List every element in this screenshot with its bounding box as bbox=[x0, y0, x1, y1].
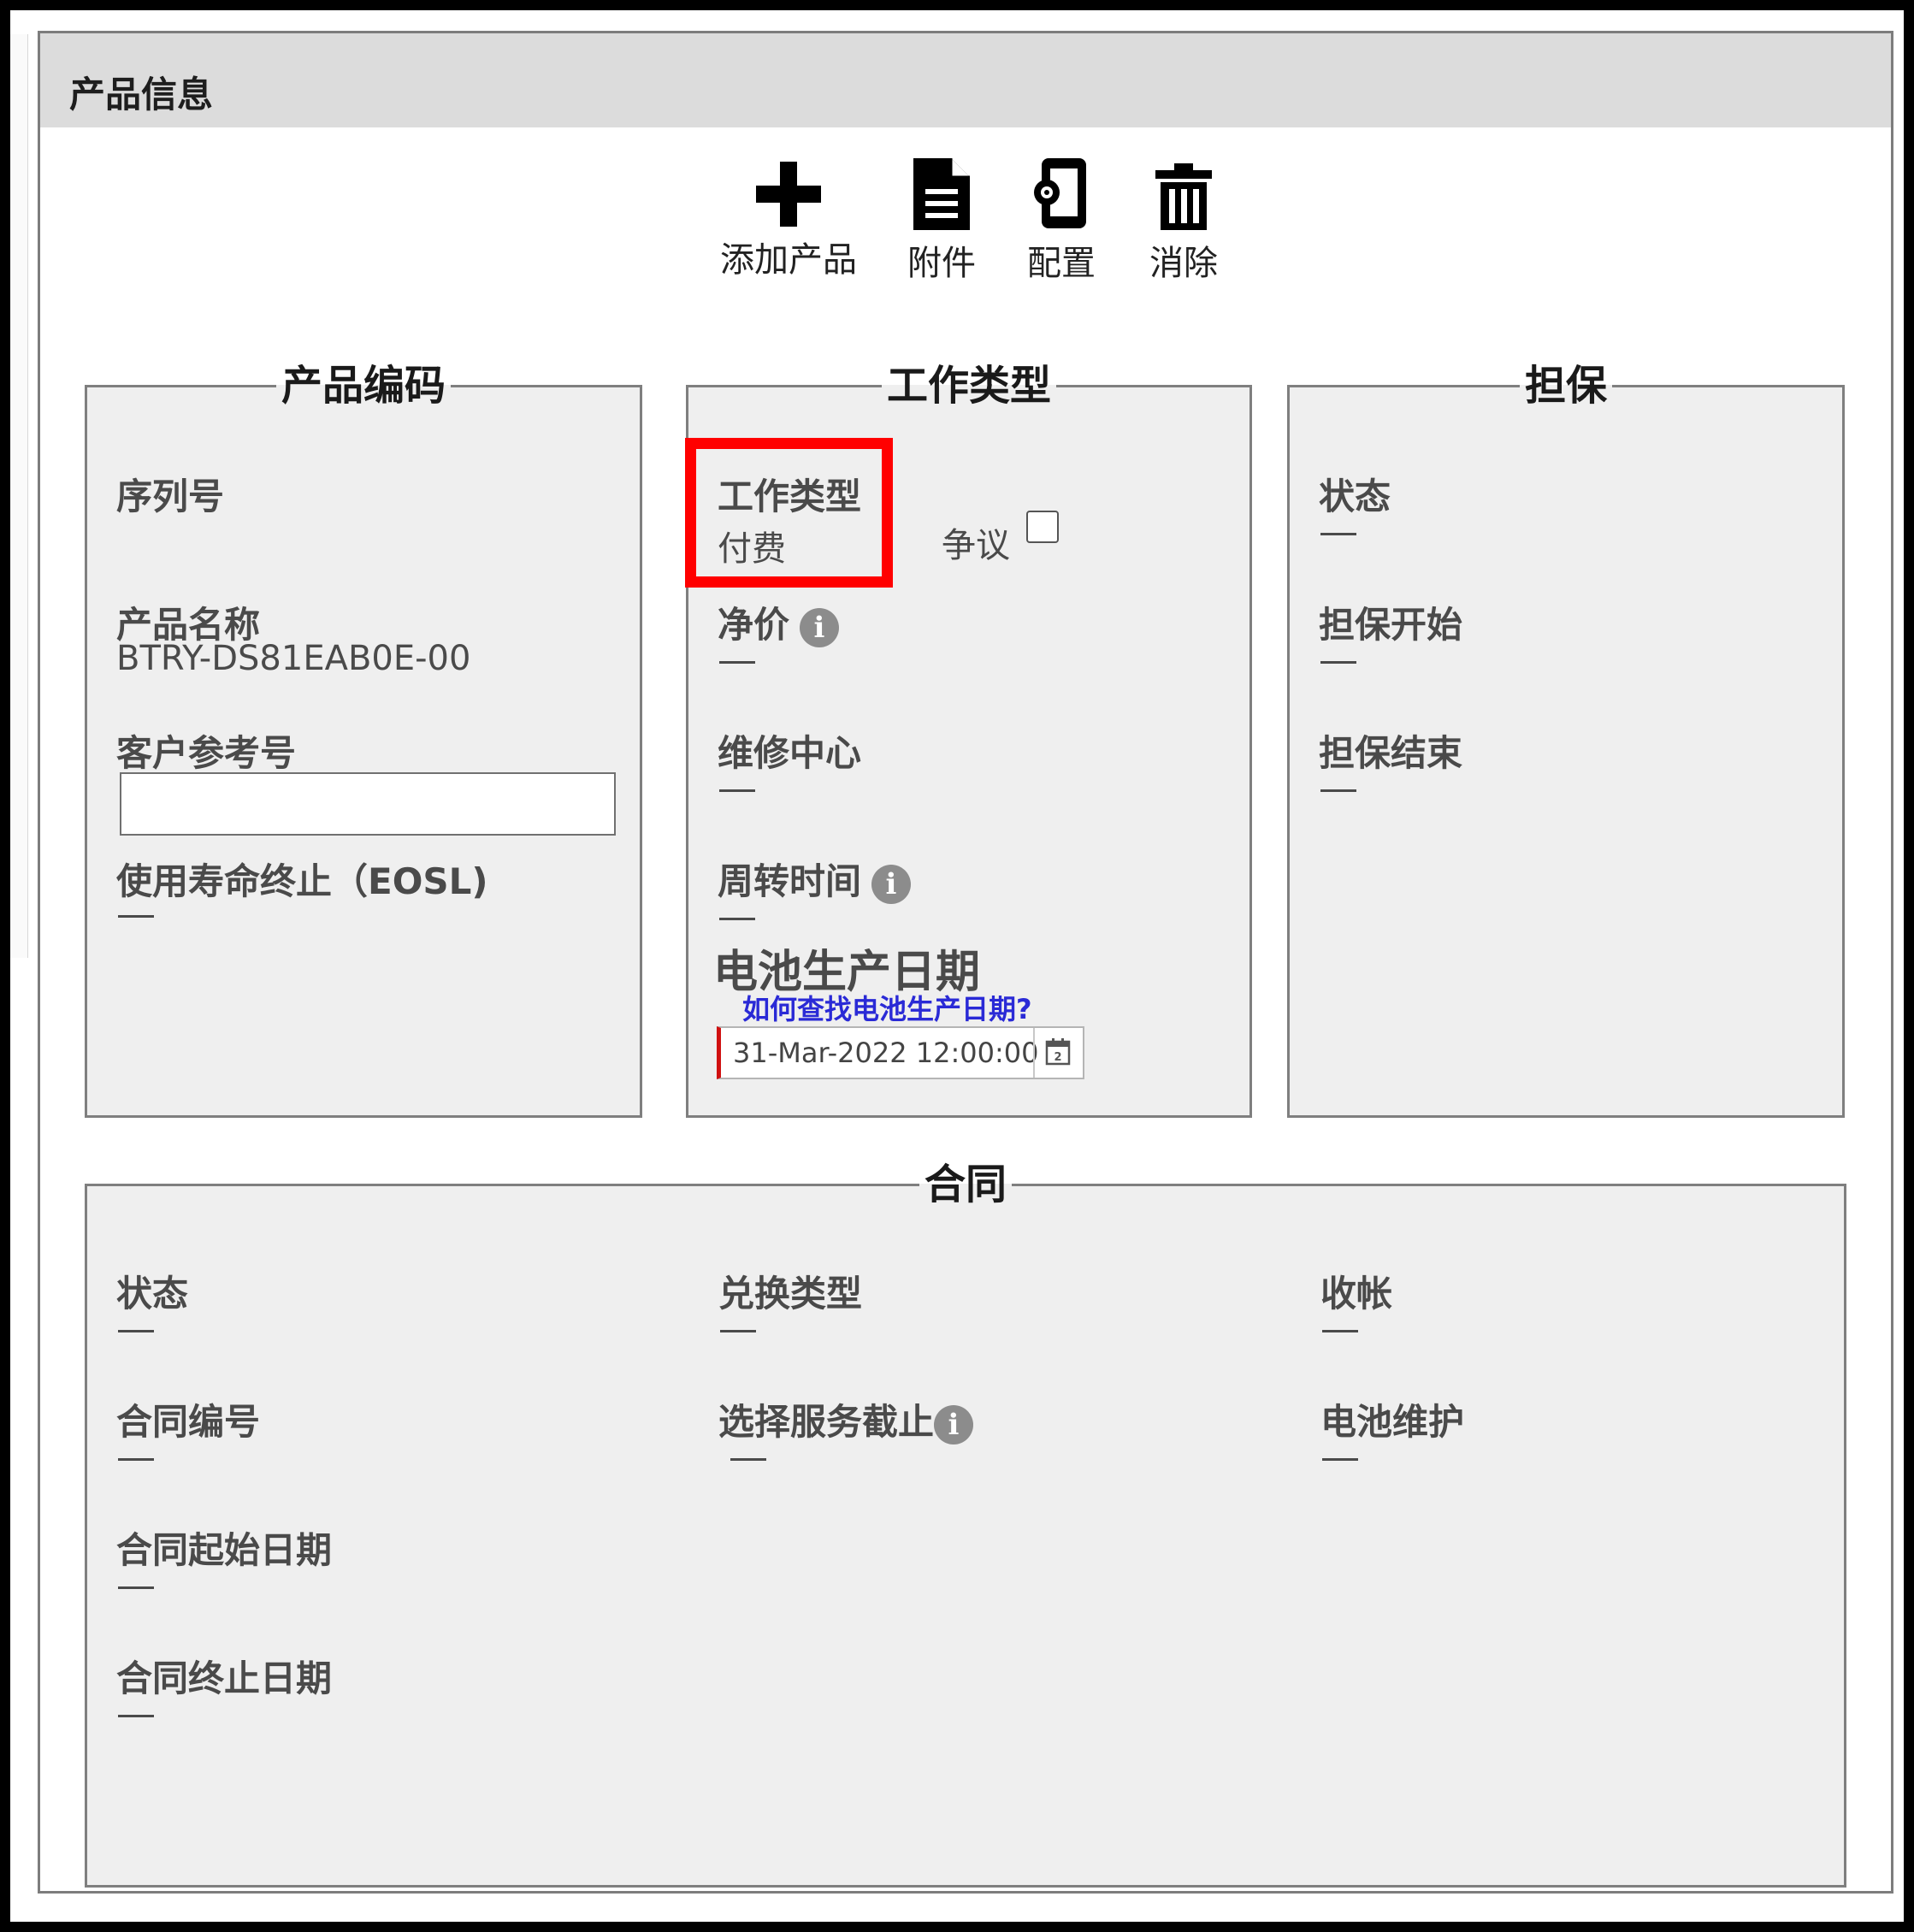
contract-end-empty-value bbox=[118, 1715, 154, 1717]
service-cutoff-text: 选择服务截止 bbox=[718, 1401, 935, 1443]
net-price-text: 净价 bbox=[718, 604, 790, 646]
customer-reference-label: 客户参考号 bbox=[116, 732, 297, 774]
attachment-button[interactable]: 附件 bbox=[899, 158, 984, 285]
product-name-value: BTRY-DS81EAB0E-00 bbox=[116, 639, 471, 678]
contract-legend: 合同 bbox=[924, 1161, 1007, 1208]
customer-reference-input[interactable] bbox=[120, 772, 616, 836]
warranty-status-label: 状态 bbox=[1319, 476, 1391, 517]
document-icon bbox=[913, 158, 970, 230]
configure-button[interactable]: 配置 bbox=[1019, 158, 1104, 285]
plus-icon bbox=[756, 162, 821, 227]
contract-group: 合同 状态 合同编号 合同起始日期 合同终止日期 兑换类型 选择服务截止 i 收帐… bbox=[85, 1164, 1846, 1888]
trash-icon bbox=[1155, 163, 1212, 230]
contract-number-empty-value bbox=[118, 1458, 154, 1461]
contract-end-label: 合同终止日期 bbox=[116, 1657, 333, 1699]
configure-label: 配置 bbox=[1027, 244, 1096, 283]
background-window-edge bbox=[10, 34, 28, 958]
exchange-type-empty-value bbox=[720, 1330, 756, 1332]
battery-date-input[interactable]: 31-Mar-2022 12:00:00 2 bbox=[717, 1026, 1084, 1079]
attachment-label: 附件 bbox=[907, 244, 976, 283]
work-type-legend: 工作类型 bbox=[886, 362, 1051, 410]
warranty-status-empty-value bbox=[1320, 533, 1356, 535]
repair-center-label: 维修中心 bbox=[718, 732, 862, 774]
exchange-type-label: 兑换类型 bbox=[718, 1273, 863, 1315]
service-cutoff-label: 选择服务截止 i bbox=[718, 1393, 974, 1445]
turnaround-empty-value bbox=[719, 918, 755, 920]
product-code-group: 产品编码 序列号 产品名称 BTRY-DS81EAB0E-00 客户参考号 使用… bbox=[85, 365, 642, 1118]
svg-text:2: 2 bbox=[1054, 1051, 1061, 1064]
eosl-label: 使用寿命终止（EOSL) bbox=[116, 860, 488, 902]
delete-button[interactable]: 消除 bbox=[1137, 163, 1231, 285]
net-price-info-icon[interactable]: i bbox=[800, 607, 840, 647]
contract-start-label: 合同起始日期 bbox=[116, 1529, 333, 1571]
warranty-legend: 担保 bbox=[1524, 362, 1607, 410]
warranty-group: 担保 状态 担保开始 担保结束 bbox=[1287, 365, 1845, 1118]
contract-status-empty-value bbox=[118, 1330, 154, 1332]
delete-label: 消除 bbox=[1149, 244, 1218, 283]
warranty-start-empty-value bbox=[1320, 661, 1356, 664]
panel-header: 产品信息 bbox=[40, 33, 1891, 127]
battery-date-value: 31-Mar-2022 12:00:00 bbox=[733, 1037, 1039, 1069]
panel-title: 产品信息 bbox=[69, 74, 214, 115]
calendar-button[interactable]: 2 bbox=[1033, 1028, 1083, 1078]
battery-maintenance-label: 电池维护 bbox=[1320, 1401, 1465, 1443]
service-cutoff-info-icon[interactable]: i bbox=[934, 1404, 974, 1445]
service-cutoff-empty-value bbox=[730, 1458, 766, 1461]
battery-maintenance-empty-value bbox=[1322, 1458, 1358, 1461]
serial-number-label: 序列号 bbox=[116, 476, 225, 517]
warranty-end-empty-value bbox=[1320, 789, 1356, 792]
net-price-empty-value bbox=[719, 661, 755, 664]
contract-status-label: 状态 bbox=[116, 1273, 189, 1315]
contract-number-label: 合同编号 bbox=[116, 1401, 261, 1443]
add-product-button[interactable]: 添加产品 bbox=[716, 162, 861, 281]
device-config-icon bbox=[1034, 158, 1086, 228]
turnaround-info-icon[interactable]: i bbox=[871, 864, 912, 904]
calendar-icon: 2 bbox=[1045, 1038, 1071, 1066]
add-product-label: 添加产品 bbox=[720, 240, 857, 280]
product-code-legend: 产品编码 bbox=[281, 362, 446, 410]
warranty-end-label: 担保结束 bbox=[1319, 732, 1463, 774]
battery-date-help-link[interactable]: 如何查找电池生产日期? bbox=[742, 988, 1032, 1027]
billing-empty-value bbox=[1322, 1330, 1358, 1332]
turnaround-text: 周转时间 bbox=[718, 860, 862, 902]
eosl-empty-value bbox=[118, 915, 154, 918]
net-price-label: 净价 i bbox=[718, 596, 840, 648]
contract-start-empty-value bbox=[118, 1586, 154, 1589]
dispute-checkbox[interactable] bbox=[1026, 511, 1059, 543]
work-type-highlight bbox=[685, 438, 893, 588]
repair-center-empty-value bbox=[719, 789, 755, 792]
billing-label: 收帐 bbox=[1320, 1273, 1393, 1315]
warranty-start-label: 担保开始 bbox=[1319, 604, 1463, 646]
turnaround-label: 周转时间 i bbox=[718, 853, 912, 905]
dispute-label: 争议 bbox=[942, 526, 1010, 565]
